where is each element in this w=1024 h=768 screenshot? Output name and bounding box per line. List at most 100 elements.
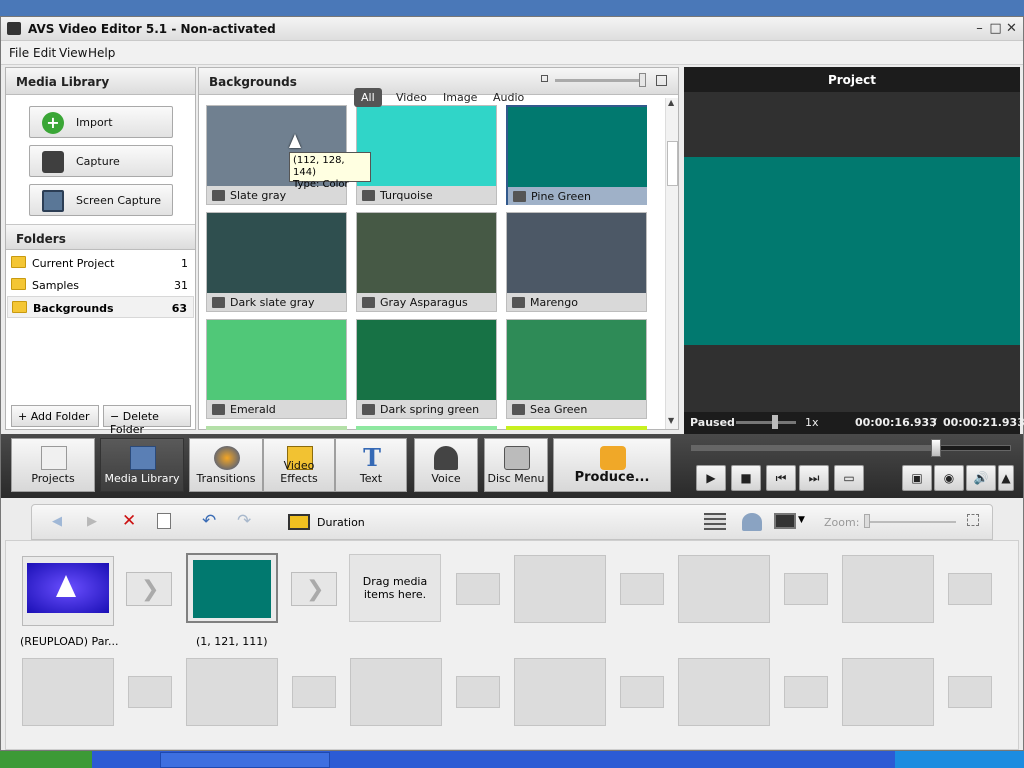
import-button[interactable]: + Import: [29, 106, 173, 138]
capture-button[interactable]: Capture: [29, 145, 173, 177]
thumbnail-size-slider[interactable]: [555, 79, 643, 82]
minimize-icon[interactable]: –: [971, 20, 988, 37]
maximize-icon[interactable]: □: [987, 20, 1004, 37]
scroll-thumb[interactable]: [667, 141, 678, 186]
tile-label: Sea Green: [507, 400, 646, 418]
playback-progress-bar[interactable]: [691, 445, 1011, 451]
disc-menu-button[interactable]: Disc Menu: [484, 438, 548, 492]
duration-label[interactable]: Duration: [317, 516, 365, 529]
voice-button[interactable]: Voice: [414, 438, 478, 492]
folder-samples[interactable]: Samples 31: [7, 274, 194, 296]
folder-backgrounds[interactable]: Backgrounds 63: [7, 296, 194, 318]
menu-file[interactable]: File: [9, 46, 29, 60]
disc-menu-label: Disc Menu: [487, 472, 545, 485]
folder-count: 31: [174, 279, 188, 292]
background-tile[interactable]: Sea Green: [506, 319, 647, 419]
tile-label: Turquoise: [357, 186, 496, 204]
zoom-fit-icon[interactable]: [967, 514, 979, 526]
zoom-large-icon: [656, 75, 667, 86]
external-monitor-button[interactable]: ▣: [902, 465, 932, 491]
tile-label: Emerald: [207, 400, 346, 418]
background-tile[interactable]: Dark spring green: [356, 319, 497, 419]
transitions-button[interactable]: Transitions: [189, 438, 263, 492]
background-tile[interactable]: Emerald: [206, 319, 347, 419]
tile-label: Dark slate gray: [207, 293, 346, 311]
preview-panel: Project Paused 1x 00:00:16.933 / 00:00:2…: [684, 67, 1024, 434]
speed-slider-thumb[interactable]: [772, 415, 778, 429]
text-button[interactable]: T Text: [335, 438, 407, 492]
snapshot-button[interactable]: ◉: [934, 465, 964, 491]
background-tile[interactable]: Gray Asparagus: [356, 212, 497, 312]
storyboard-view-icon[interactable]: [742, 513, 762, 531]
stop-button[interactable]: ■: [731, 465, 761, 491]
tile-label: Dark spring green: [357, 400, 496, 418]
tab-video[interactable]: Video: [389, 88, 434, 107]
media-library-panel: Media Library + Import Capture Screen Ca…: [5, 67, 196, 436]
fullscreen-button[interactable]: ▭: [834, 465, 864, 491]
delete-icon[interactable]: ✕: [122, 511, 136, 531]
transition-slot-1[interactable]: ❯: [126, 572, 172, 606]
display-dropdown-chevron-icon[interactable]: ▼: [798, 515, 805, 525]
drop-zone[interactable]: Drag media items here.: [349, 554, 441, 622]
gallery-scrollbar[interactable]: ▲ ▼: [665, 98, 678, 429]
background-tile[interactable]: Dark slate gray: [206, 212, 347, 312]
taskbar-window-button[interactable]: [160, 752, 330, 768]
playback-thumb[interactable]: [931, 439, 941, 457]
remove-clip-icon[interactable]: [157, 513, 171, 529]
volume-up-arrow-icon[interactable]: ▲: [998, 465, 1014, 491]
media-library-header: Media Library: [6, 68, 195, 95]
menu-help[interactable]: Help: [88, 46, 115, 60]
background-tile[interactable]: Marengo: [506, 212, 647, 312]
redo-icon[interactable]: ↷: [237, 511, 251, 531]
transition-slot-2[interactable]: ❯: [291, 572, 337, 606]
folder-current-project[interactable]: Current Project 1: [7, 252, 194, 274]
menu-edit[interactable]: Edit: [33, 46, 56, 60]
menu-bar: File Edit View Help: [1, 41, 1023, 65]
monitor-icon: [42, 190, 64, 212]
microphone-icon: [434, 446, 458, 470]
timeline-zoom-slider[interactable]: [864, 521, 956, 523]
background-tile[interactable]: Pine Green: [506, 105, 647, 205]
scroll-up-icon[interactable]: ▲: [668, 98, 674, 107]
delete-folder-button[interactable]: − Delete Folder: [103, 405, 191, 436]
undo-arrow-left-icon[interactable]: ◀: [52, 514, 62, 529]
projects-button[interactable]: Projects: [11, 438, 95, 492]
undo-icon[interactable]: ↶: [202, 511, 216, 531]
slider-thumb[interactable]: [639, 73, 646, 87]
storyboard-area: (REUPLOAD) Par... ❯ (1, 121, 111) ❯ Drag…: [5, 540, 1019, 750]
start-button[interactable]: [0, 751, 92, 768]
tab-image[interactable]: Image: [436, 88, 484, 107]
color-type-icon: [212, 190, 225, 201]
storyboard-clip-2[interactable]: [186, 553, 278, 623]
volume-button[interactable]: 🔊: [966, 465, 996, 491]
play-button[interactable]: ▶: [696, 465, 726, 491]
produce-button[interactable]: Produce...: [553, 438, 671, 492]
next-frame-button[interactable]: ⏭: [799, 465, 829, 491]
video-effects-button[interactable]: Video Effects: [263, 438, 335, 492]
color-swatch: [357, 320, 496, 400]
add-folder-button[interactable]: + Add Folder: [11, 405, 99, 427]
duration-icon[interactable]: [288, 514, 310, 530]
empty-transition-slot: [456, 676, 500, 708]
folder-count: 63: [171, 302, 187, 315]
scroll-down-icon[interactable]: ▼: [668, 416, 674, 425]
timeline-view-icon[interactable]: [704, 513, 726, 530]
folder-gear-icon: [11, 256, 26, 268]
close-icon[interactable]: ✕: [1003, 20, 1020, 37]
color-type-icon: [362, 190, 375, 201]
projects-label: Projects: [31, 472, 75, 485]
display-options-icon[interactable]: [774, 513, 796, 529]
transition-arrow-icon: ❯: [306, 577, 325, 602]
zoom-slider-thumb[interactable]: [864, 514, 870, 528]
previous-frame-button[interactable]: ⏮: [766, 465, 796, 491]
tab-audio[interactable]: Audio: [486, 88, 531, 107]
import-plus-icon: +: [42, 112, 64, 134]
media-library-tab-button[interactable]: Media Library: [100, 438, 184, 492]
storyboard-clip-1[interactable]: [22, 556, 114, 626]
tab-all[interactable]: All: [354, 88, 382, 107]
background-tile[interactable]: Turquoise: [356, 105, 497, 205]
screen-capture-button[interactable]: Screen Capture: [29, 184, 173, 216]
redo-arrow-right-icon[interactable]: ▶: [87, 514, 97, 529]
menu-view[interactable]: View: [59, 46, 87, 60]
speed-slider[interactable]: [736, 421, 796, 424]
